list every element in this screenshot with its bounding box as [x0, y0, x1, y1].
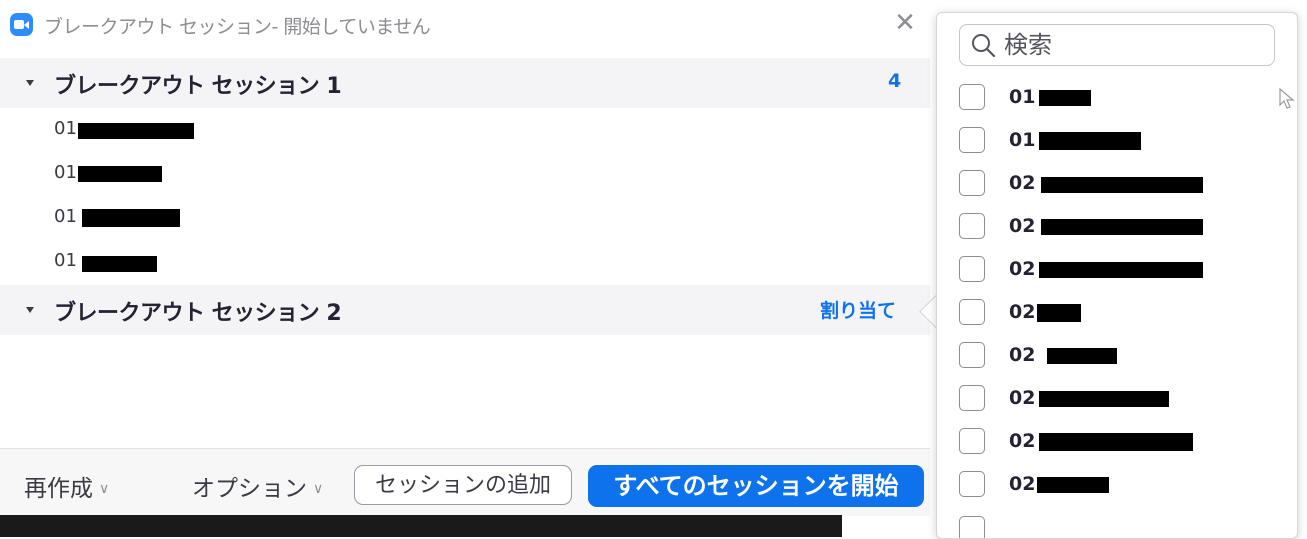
participant-checkbox-row[interactable] — [937, 506, 1297, 538]
assign-link[interactable]: 割り当て — [820, 296, 896, 323]
window-title: ブレークアウト セッション- 開始していません — [44, 16, 431, 38]
checkbox[interactable] — [959, 213, 985, 239]
checkbox[interactable] — [959, 342, 985, 368]
participant-checkbox-row[interactable]: 02 — [937, 162, 1297, 205]
participant-checkbox-row[interactable]: 02 — [937, 463, 1297, 506]
participant-checkbox-row[interactable]: 02 — [937, 205, 1297, 248]
redaction-bar — [1037, 477, 1109, 493]
participant-name: 02 — [1009, 172, 1036, 194]
participant-name: 02 — [1009, 344, 1036, 366]
redaction-bar — [1037, 304, 1081, 322]
checkbox[interactable] — [959, 127, 985, 153]
checkbox[interactable] — [959, 428, 985, 454]
mouse-cursor-icon — [1279, 88, 1295, 109]
session-header-2[interactable]: ブレークアウト セッション 2 割り当て — [0, 285, 930, 335]
options-menu[interactable]: オプション ∨ — [192, 469, 323, 503]
close-icon[interactable]: ✕ — [890, 8, 920, 38]
assign-participants-popup: 01 01 02 02 02 02 02 02 02 — [936, 12, 1298, 539]
redaction-bar — [1047, 348, 1117, 364]
participant-name: 02 — [1009, 473, 1036, 495]
participant-checkbox-row[interactable]: 02 — [937, 291, 1297, 334]
checkbox[interactable] — [959, 516, 985, 538]
participant-name: 02 — [1009, 430, 1036, 452]
checkbox[interactable] — [959, 84, 985, 110]
participant-name: 01 — [1009, 86, 1036, 108]
caret-down-icon[interactable] — [26, 80, 34, 86]
breakout-rooms-window: ブレークアウト セッション- 開始していません ✕ ブレークアウト セッション … — [0, 0, 930, 516]
redaction-bar — [82, 209, 180, 227]
redaction-bar — [1041, 219, 1203, 235]
member-row[interactable]: 01 — [0, 196, 930, 240]
zoom-app-icon — [10, 13, 33, 36]
title-bar: ブレークアウト セッション- 開始していません ✕ — [0, 0, 930, 52]
participant-name: 02 — [1009, 301, 1036, 323]
redaction-bar — [78, 123, 194, 139]
member-name: 01 — [54, 206, 77, 227]
footer-toolbar: 再作成 ∨ オプション ∨ セッションの追加 すべてのセッションを開始 — [0, 448, 930, 516]
participant-checkbox-row[interactable]: 02 — [937, 420, 1297, 463]
participant-checkbox-row[interactable]: 02 — [937, 248, 1297, 291]
participant-name: 01 — [1009, 129, 1036, 151]
member-row[interactable]: 01 — [0, 152, 930, 196]
participant-name: 02 — [1009, 387, 1036, 409]
start-all-sessions-button[interactable]: すべてのセッションを開始 — [588, 465, 924, 507]
redaction-bar — [1039, 433, 1193, 451]
chevron-down-icon: ∨ — [99, 481, 110, 497]
participant-checkbox-row[interactable]: 01 — [937, 76, 1297, 119]
options-label: オプション — [192, 476, 307, 502]
checkbox[interactable] — [959, 256, 985, 282]
participant-checkbox-row[interactable]: 02 — [937, 377, 1297, 420]
redaction-bar — [1039, 132, 1141, 150]
background-strip — [0, 515, 842, 537]
search-field[interactable] — [959, 24, 1275, 66]
search-input[interactable] — [1004, 29, 1264, 61]
redaction-bar — [82, 256, 157, 272]
session-header-1[interactable]: ブレークアウト セッション 1 4 — [0, 58, 930, 108]
recreate-label: 再作成 — [24, 476, 93, 502]
participant-checkbox-row[interactable]: 02 — [937, 334, 1297, 377]
member-name: 01 — [54, 162, 77, 183]
checkbox[interactable] — [959, 299, 985, 325]
checkbox[interactable] — [959, 471, 985, 497]
checkbox[interactable] — [959, 170, 985, 196]
checkbox[interactable] — [959, 385, 985, 411]
participant-name: 02 — [1009, 258, 1036, 280]
search-icon — [972, 34, 996, 58]
member-name: 01 — [54, 250, 77, 271]
member-row[interactable]: 01 — [0, 108, 930, 152]
redaction-bar — [1039, 262, 1203, 278]
session-name: ブレークアウト セッション 2 — [54, 301, 342, 326]
add-session-button[interactable]: セッションの追加 — [354, 465, 572, 505]
participant-checkbox-row[interactable]: 01 — [937, 119, 1297, 162]
participant-name: 02 — [1009, 215, 1036, 237]
chevron-down-icon: ∨ — [313, 481, 324, 497]
member-name: 01 — [54, 118, 77, 139]
redaction-bar — [1039, 90, 1091, 106]
member-row[interactable]: 01 — [0, 240, 930, 284]
participant-count-badge: 4 — [888, 70, 902, 92]
recreate-menu[interactable]: 再作成 ∨ — [24, 469, 109, 503]
redaction-bar — [78, 166, 162, 182]
session-name: ブレークアウト セッション 1 — [54, 74, 342, 99]
redaction-bar — [1039, 391, 1169, 407]
redaction-bar — [1041, 177, 1203, 193]
caret-down-icon[interactable] — [26, 307, 34, 313]
